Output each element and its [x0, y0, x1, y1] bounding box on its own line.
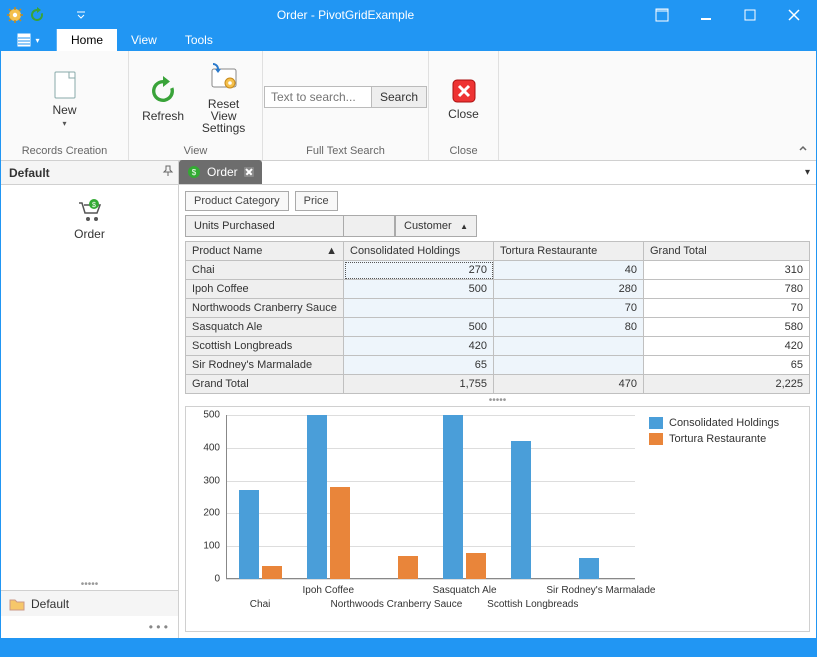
tab-home[interactable]: Home — [57, 29, 117, 51]
customer-field-label: Customer — [404, 220, 452, 232]
tab-tools[interactable]: Tools — [171, 29, 227, 51]
status-bar — [1, 638, 816, 656]
document-tab-order[interactable]: $ Order — [179, 160, 262, 184]
table-row[interactable]: Ipoh Coffee 500 280 780 — [186, 280, 810, 299]
legend-item: Tortura Restaurante — [649, 433, 799, 445]
tab-close-icon[interactable] — [244, 167, 254, 177]
data-field-units-purchased[interactable]: Units Purchased — [185, 215, 343, 237]
sort-asc-icon: ▲ — [326, 245, 337, 257]
reset-view-settings-button[interactable]: Reset View Settings — [195, 59, 252, 134]
close-label: Close — [448, 108, 479, 120]
collapse-ribbon-icon[interactable] — [796, 142, 810, 156]
sidebar-item-order[interactable]: $ Order — [1, 185, 178, 241]
group-view: View — [129, 142, 262, 160]
sidebar-splitter-icon[interactable]: ••••• — [1, 578, 178, 590]
group-records-creation: Records Creation — [1, 142, 128, 160]
data-field-spacer — [343, 215, 395, 237]
chart: 0100200300400500ChaiIpoh CoffeeNorthwood… — [185, 406, 810, 632]
close-view-button[interactable]: Close — [439, 73, 488, 120]
col-header[interactable]: Tortura Restaurante — [494, 242, 644, 261]
document-tab-label: Order — [207, 165, 238, 179]
window-overlay-button[interactable] — [640, 1, 684, 29]
sidebar-footer-default[interactable]: Default — [1, 590, 178, 616]
new-button[interactable]: New ▾ — [37, 65, 93, 128]
row-field-product-name[interactable]: Product Name▲ — [186, 242, 344, 261]
pivot-grid[interactable]: Product Name▲ Consolidated Holdings Tort… — [185, 241, 810, 394]
tab-menu-icon[interactable]: ▾ — [805, 167, 810, 178]
table-row[interactable]: Sir Rodney's Marmalade 65 65 — [186, 356, 810, 375]
refresh-button[interactable]: Refresh — [139, 71, 187, 122]
refresh-qat-icon[interactable] — [29, 7, 45, 23]
table-row[interactable]: Sasquatch Ale 500 80 580 — [186, 318, 810, 337]
table-row-grand-total[interactable]: Grand Total1,7554702,225 — [186, 375, 810, 394]
close-button[interactable] — [772, 1, 816, 29]
view-switch-menu[interactable]: ▾ — [1, 29, 57, 51]
filter-price[interactable]: Price — [295, 191, 338, 211]
reset-view-label: Reset View Settings — [195, 98, 252, 134]
svg-text:$: $ — [92, 202, 96, 209]
folder-icon — [9, 597, 25, 611]
gear-icon[interactable] — [7, 7, 23, 23]
svg-text:$: $ — [192, 168, 197, 177]
sidebar-item-label: Order — [74, 227, 105, 241]
column-field-customer[interactable]: Customer ▲ — [395, 215, 477, 237]
legend-item: Consolidated Holdings — [649, 417, 799, 429]
maximize-button[interactable] — [728, 1, 772, 29]
order-doc-icon: $ — [187, 165, 201, 179]
sidebar-more-icon[interactable]: • • • — [1, 616, 178, 638]
refresh-label: Refresh — [142, 110, 184, 122]
col-header[interactable]: Consolidated Holdings — [344, 242, 494, 261]
horizontal-splitter-icon[interactable]: ••••• — [179, 394, 816, 406]
search-button[interactable]: Search — [371, 87, 426, 107]
filter-product-category[interactable]: Product Category — [185, 191, 289, 211]
table-row[interactable]: Chai 270 40 310 — [186, 261, 810, 280]
group-close: Close — [429, 142, 498, 160]
group-full-text-search: Full Text Search — [263, 142, 428, 160]
window-title: Order - PivotGridExample — [51, 8, 640, 22]
new-label: New — [52, 104, 76, 116]
search-input[interactable] — [265, 88, 371, 106]
sidebar-footer-label: Default — [31, 597, 69, 611]
table-row[interactable]: Northwoods Cranberry Sauce 70 70 — [186, 299, 810, 318]
cart-icon: $ — [76, 199, 104, 223]
qat-dropdown-icon[interactable] — [76, 9, 86, 19]
pin-icon[interactable] — [162, 165, 174, 180]
minimize-button[interactable] — [684, 1, 728, 29]
sidebar-header: Default — [9, 166, 50, 180]
tab-view[interactable]: View — [117, 29, 171, 51]
sort-asc-icon: ▲ — [460, 222, 468, 231]
table-row[interactable]: Scottish Longbreads 420 420 — [186, 337, 810, 356]
col-header-grand-total[interactable]: Grand Total — [644, 242, 810, 261]
chevron-down-icon: ▾ — [62, 119, 66, 128]
